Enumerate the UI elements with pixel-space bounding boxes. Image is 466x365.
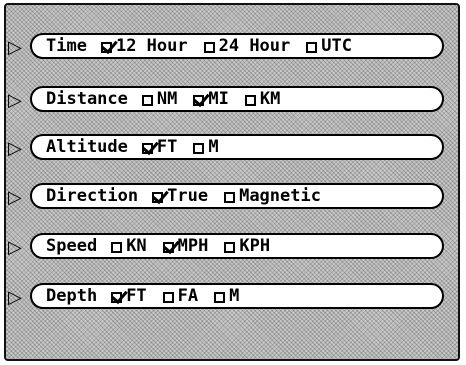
option-kph[interactable]: KPH [224, 236, 270, 256]
option-label: NM [156, 89, 178, 109]
menu-row-speed: Speed KN MPH KPH [6, 227, 454, 267]
option-ft[interactable]: FT [111, 286, 147, 306]
option-label: KPH [239, 236, 271, 256]
checkbox-icon[interactable] [224, 192, 236, 203]
depth-units-field[interactable]: Depth FT FA M [30, 283, 444, 309]
checked-checkbox-icon[interactable] [193, 95, 205, 106]
option-true[interactable]: True [152, 186, 208, 206]
option-label: 24 Hour [218, 36, 291, 56]
row-label: Altitude [46, 137, 128, 157]
direction-units-field[interactable]: Direction True Magnetic [30, 183, 444, 209]
option-km[interactable]: KM [244, 89, 281, 109]
checked-checkbox-icon[interactable] [111, 292, 123, 303]
checkbox-icon[interactable] [141, 95, 153, 106]
checkbox-icon[interactable] [111, 242, 123, 253]
option-label: FA [177, 286, 199, 306]
option-mph[interactable]: MPH [162, 236, 209, 256]
option-label: 12 Hour [115, 36, 188, 56]
option-label: True [167, 186, 209, 206]
option-label: MPH [177, 236, 209, 256]
menu-row-direction: Direction True Magnetic [6, 177, 454, 217]
distance-units-field[interactable]: Distance NM MI KM [30, 86, 444, 112]
altitude-units-field[interactable]: Altitude FT M [30, 134, 444, 160]
option-magnetic[interactable]: Magnetic [224, 186, 321, 206]
menu-row-distance: Distance NM MI KM [6, 80, 454, 120]
row-label: Distance [46, 89, 128, 109]
row-label: Direction [46, 186, 139, 206]
selector-arrow-icon [8, 239, 22, 257]
row-label: Time [46, 36, 87, 56]
selector-arrow-icon [8, 92, 22, 110]
checkbox-icon[interactable] [214, 292, 226, 303]
checkbox-icon[interactable] [224, 242, 236, 253]
row-label: Speed [46, 236, 98, 256]
option-label: KN [126, 236, 147, 256]
row-label: Depth [46, 286, 98, 306]
checked-checkbox-icon[interactable] [100, 42, 112, 53]
checkbox-icon[interactable] [162, 292, 174, 303]
selector-arrow-icon [8, 140, 22, 158]
option-m[interactable]: M [193, 137, 219, 157]
checkbox-icon[interactable] [306, 42, 318, 53]
option-utc[interactable]: UTC [306, 36, 352, 56]
option-ft[interactable]: FT [141, 137, 178, 157]
option-m[interactable]: M [214, 286, 239, 306]
option-label: Magnetic [239, 186, 321, 206]
checkbox-icon[interactable] [193, 143, 205, 154]
option-label: FT [126, 286, 147, 306]
units-setup-screen: Time 12 Hour 24 Hour UTC Distance NM [4, 3, 460, 361]
checked-checkbox-icon[interactable] [141, 143, 153, 154]
option-label: M [229, 286, 240, 306]
option-nm[interactable]: NM [141, 89, 178, 109]
checkbox-icon[interactable] [203, 42, 215, 53]
menu-row-altitude: Altitude FT M [6, 128, 454, 168]
option-label: MI [208, 89, 229, 109]
option-24-hour[interactable]: 24 Hour [203, 36, 291, 56]
selector-arrow-icon [8, 39, 22, 57]
time-units-field[interactable]: Time 12 Hour 24 Hour UTC [30, 33, 444, 59]
selector-arrow-icon [8, 189, 22, 207]
checked-checkbox-icon[interactable] [152, 192, 164, 203]
menu-row-time: Time 12 Hour 24 Hour UTC [6, 27, 454, 67]
option-fa[interactable]: FA [162, 286, 199, 306]
checked-checkbox-icon[interactable] [162, 242, 174, 253]
menu-row-depth: Depth FT FA M [6, 277, 454, 317]
option-12-hour[interactable]: 12 Hour [100, 36, 188, 56]
selector-arrow-icon [8, 289, 22, 307]
option-kn[interactable]: KN [111, 236, 147, 256]
option-mi[interactable]: MI [193, 89, 229, 109]
checkbox-icon[interactable] [244, 95, 256, 106]
option-label: UTC [321, 36, 352, 56]
option-label: M [208, 137, 219, 157]
speed-units-field[interactable]: Speed KN MPH KPH [30, 233, 444, 259]
option-label: FT [156, 137, 178, 157]
option-label: KM [259, 89, 281, 109]
